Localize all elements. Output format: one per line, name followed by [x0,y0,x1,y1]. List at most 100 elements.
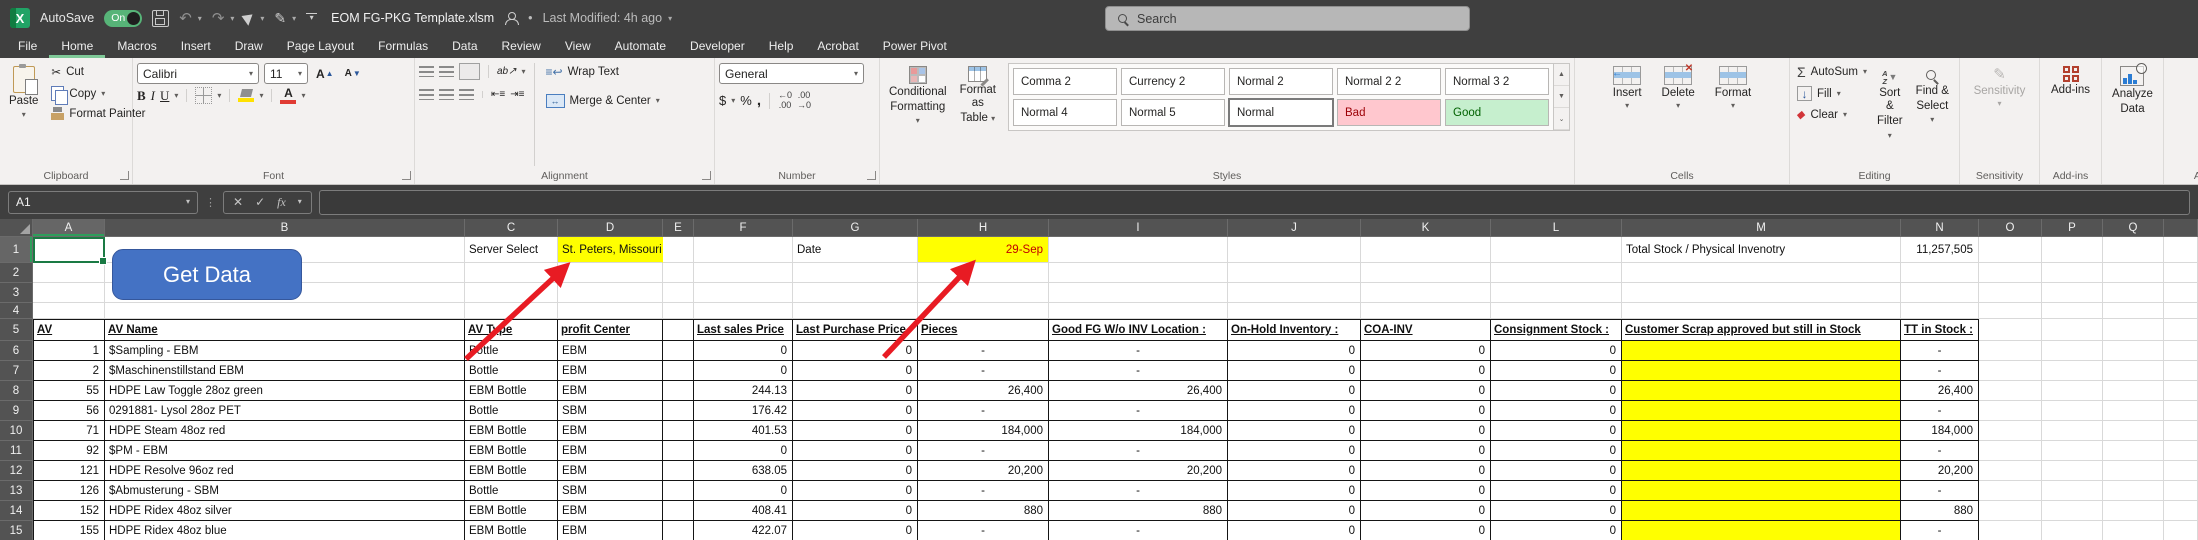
row-header-5[interactable]: 5 [0,319,33,341]
cell-C1[interactable]: Server Select [465,237,558,263]
cell-H13[interactable]: - [918,481,1049,501]
row-header-9[interactable]: 9 [0,401,33,421]
cell-M2[interactable] [1622,263,1901,283]
redo-icon[interactable]: ↷ [212,11,225,26]
bold-button[interactable]: B [137,88,146,104]
cell-K11[interactable]: 0 [1361,441,1491,461]
cell-K1[interactable] [1361,237,1491,263]
cell-J6[interactable]: 0 [1228,341,1361,361]
column-header-extra[interactable] [2164,219,2198,237]
cell-O3[interactable] [1979,283,2042,303]
modified-chevron-icon[interactable]: ▾ [668,14,672,23]
cell-x13[interactable] [2164,481,2198,501]
wrap-text-button[interactable]: ≡↩Wrap Text [543,63,663,81]
cell-Q2[interactable] [2103,263,2164,283]
cell-N15[interactable]: - [1901,521,1979,540]
number-format-select[interactable]: General▾ [719,63,864,84]
cell-C8[interactable]: EBM Bottle [465,381,558,401]
style-good[interactable]: Good [1445,99,1549,126]
cell-H1[interactable]: 29-Sep [918,237,1049,263]
alignment-dialog-launcher-icon[interactable] [702,171,711,180]
cell-x7[interactable] [2164,361,2198,381]
cell-G13[interactable]: 0 [793,481,918,501]
tab-data[interactable]: Data [440,36,489,58]
styles-scroll-down-icon[interactable]: ▼ [1554,86,1569,108]
tab-help[interactable]: Help [757,36,806,58]
cell-F15[interactable]: 422.07 [694,521,793,540]
cell-D13[interactable]: SBM [558,481,663,501]
tab-view[interactable]: View [553,36,603,58]
align-bottom-button[interactable] [459,63,480,80]
tab-acrobat[interactable]: Acrobat [805,36,870,58]
cell-E8[interactable] [663,381,694,401]
style-comma-2[interactable]: Comma 2 [1013,68,1117,95]
redo-chevron-icon[interactable]: ▾ [230,14,234,23]
paste-button[interactable]: Paste ▾ [4,63,43,121]
cell-A15[interactable]: 155 [33,521,105,540]
cell-P15[interactable] [2042,521,2103,540]
cell-I9[interactable]: - [1049,401,1228,421]
cell-B15[interactable]: HDPE Ridex 48oz blue [105,521,465,540]
conditional-formatting-button[interactable]: Conditional Formatting ▾ [884,63,952,131]
cell-M6[interactable] [1622,341,1901,361]
cell-x9[interactable] [2164,401,2198,421]
cell-A11[interactable]: 92 [33,441,105,461]
name-box[interactable]: A1▾ [8,191,198,214]
cell-H11[interactable]: - [918,441,1049,461]
cell-I12[interactable]: 20,200 [1049,461,1228,481]
tab-formulas[interactable]: Formulas [366,36,440,58]
cell-C15[interactable]: EBM Bottle [465,521,558,540]
cell-A3[interactable] [33,283,105,303]
cell-G9[interactable]: 0 [793,401,918,421]
header-profit-center[interactable]: profit Center [558,319,663,341]
styles-scroll-up-icon[interactable]: ▲ [1554,64,1569,86]
cell-L12[interactable]: 0 [1491,461,1622,481]
cell-F10[interactable]: 401.53 [694,421,793,441]
cell-A4[interactable] [33,303,105,319]
header-col-E[interactable] [663,319,694,341]
cell-A2[interactable] [33,263,105,283]
style-normal-2[interactable]: Normal 2 [1229,68,1333,95]
get-data-button[interactable]: Get Data [112,249,302,300]
cell-B10[interactable]: HDPE Steam 48oz red [105,421,465,441]
cell-L2[interactable] [1491,263,1622,283]
align-top-button[interactable] [419,66,434,77]
cell-L15[interactable]: 0 [1491,521,1622,540]
cell-B6[interactable]: $Sampling - EBM [105,341,465,361]
cell-D6[interactable]: EBM [558,341,663,361]
cell-E6[interactable] [663,341,694,361]
cell-Q11[interactable] [2103,441,2164,461]
row-header-10[interactable]: 10 [0,421,33,441]
font-name-select[interactable]: Calibri▾ [137,63,259,84]
cell-I6[interactable]: - [1049,341,1228,361]
header-last-sales-price[interactable]: Last sales Price [694,319,793,341]
analyze-data-button[interactable]: Analyze Data [2107,63,2158,119]
header-av-type[interactable]: AV Type [465,319,558,341]
name-box-chevron-icon[interactable]: ▾ [186,198,190,206]
column-header-A[interactable]: A [33,219,105,237]
cell-Q5[interactable] [2103,319,2164,341]
cell-E13[interactable] [663,481,694,501]
cell-A6[interactable]: 1 [33,341,105,361]
cell-C10[interactable]: EBM Bottle [465,421,558,441]
cell-F2[interactable] [694,263,793,283]
cell-F7[interactable]: 0 [694,361,793,381]
cell-G2[interactable] [793,263,918,283]
autosave-toggle[interactable]: On [104,10,142,27]
cell-B9[interactable]: 0291881- Lysol 28oz PET [105,401,465,421]
cell-G1[interactable]: Date [793,237,918,263]
cell-Q15[interactable] [2103,521,2164,540]
undo-icon[interactable]: ↶ [179,11,192,26]
cell-M9[interactable] [1622,401,1901,421]
style-currency-2[interactable]: Currency 2 [1121,68,1225,95]
cell-J10[interactable]: 0 [1228,421,1361,441]
cell-A8[interactable]: 55 [33,381,105,401]
cell-E15[interactable] [663,521,694,540]
cell-C4[interactable] [465,303,558,319]
column-header-I[interactable]: I [1049,219,1228,237]
cell-I1[interactable] [1049,237,1228,263]
cell-G7[interactable]: 0 [793,361,918,381]
cell-E1[interactable] [663,237,694,263]
cell-A13[interactable]: 126 [33,481,105,501]
cell-K8[interactable]: 0 [1361,381,1491,401]
